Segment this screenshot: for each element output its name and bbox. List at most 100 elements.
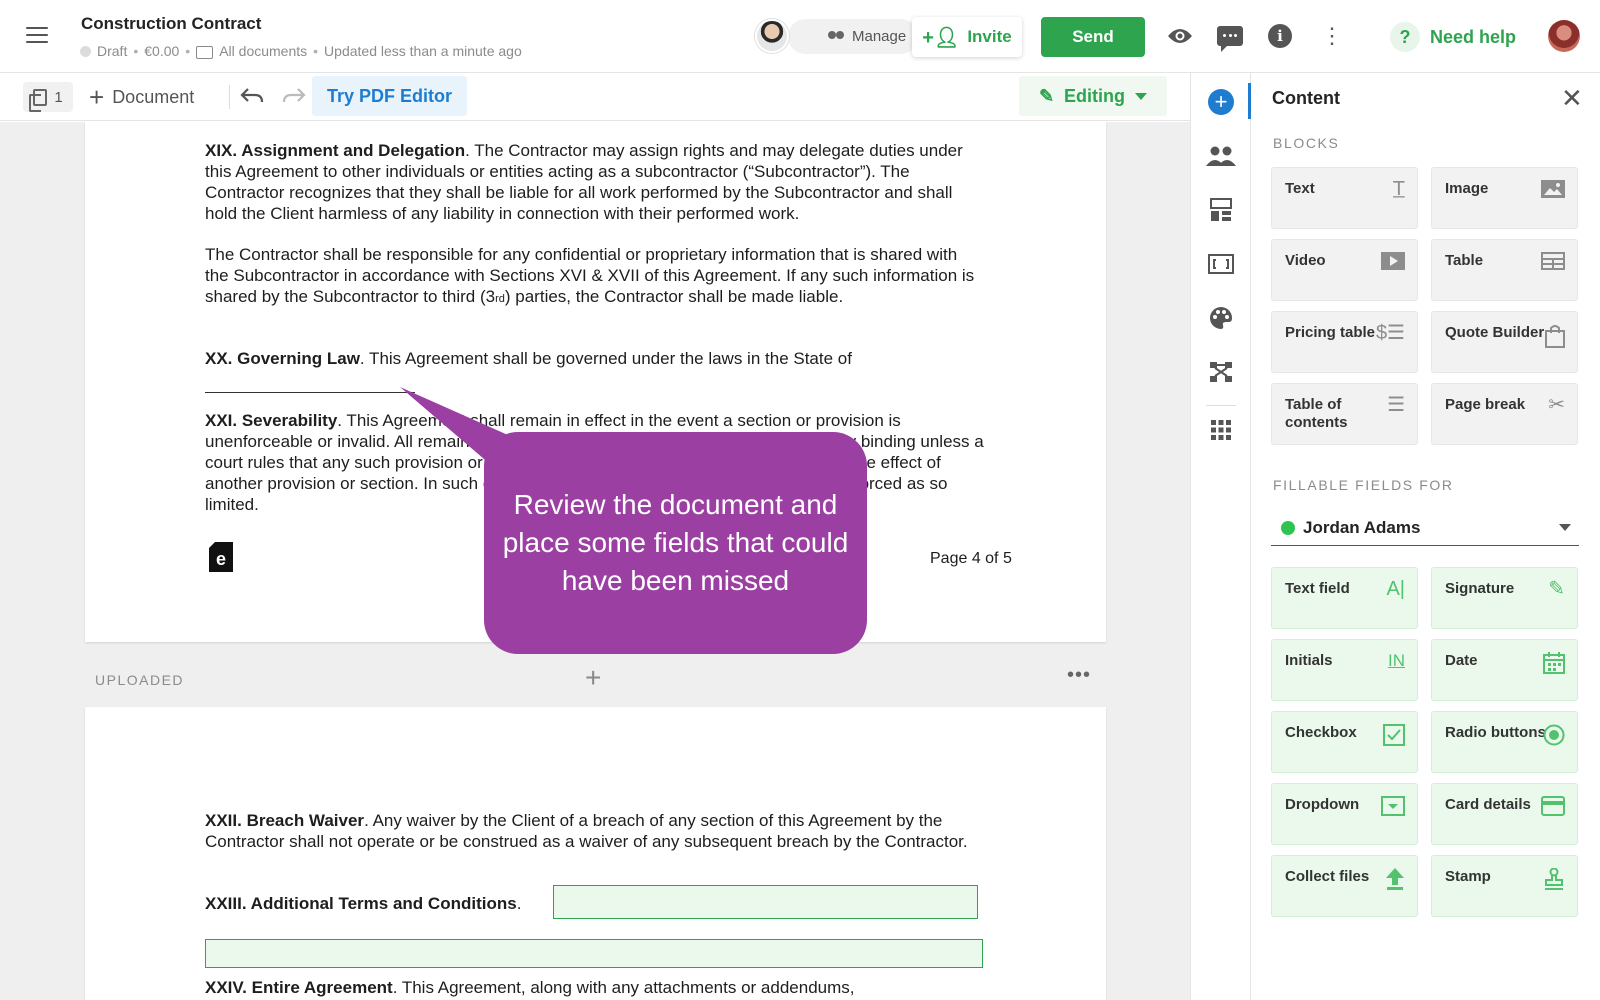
add-person-icon: +👤︎: [922, 26, 960, 49]
scissors-icon: ✂︎: [1548, 394, 1565, 416]
document-amount: €0.00: [144, 43, 180, 59]
palette-icon[interactable]: [1206, 303, 1236, 333]
text-icon: T̲: [1392, 178, 1405, 200]
send-button[interactable]: Send: [1041, 17, 1145, 57]
recipient-dropdown[interactable]: Jordan Adams: [1271, 510, 1579, 546]
stamp-icon: [1543, 867, 1565, 893]
field-date[interactable]: Date: [1431, 639, 1578, 701]
status-dot-icon: [80, 45, 91, 57]
more-horizontal-icon[interactable]: •••: [1067, 664, 1091, 687]
manage-button[interactable]: Manage: [788, 19, 919, 54]
block-table[interactable]: Table: [1431, 239, 1578, 301]
pen-icon: ✎: [1548, 578, 1565, 600]
field-card-details[interactable]: Card details: [1431, 783, 1578, 845]
block-text[interactable]: Text T̲: [1271, 167, 1418, 229]
fillable-fields-label: FILLABLE FIELDS FOR: [1273, 477, 1454, 493]
folder-link[interactable]: All documents: [219, 43, 307, 59]
block-image[interactable]: Image: [1431, 167, 1578, 229]
field-radio-buttons[interactable]: Radio buttons: [1431, 711, 1578, 773]
document-title[interactable]: Construction Contract: [81, 14, 261, 34]
status-label: Draft: [97, 43, 128, 59]
workflow-icon[interactable]: [1206, 357, 1236, 387]
table-icon: [1541, 252, 1565, 273]
comment-icon[interactable]: [1216, 22, 1244, 52]
initials-icon: IN: [1388, 651, 1405, 670]
pages-icon: [29, 88, 48, 112]
block-page-break[interactable]: Page break ✂︎: [1431, 383, 1578, 445]
section-xx: XX. Governing Law. This Agreement shall …: [205, 349, 852, 368]
embed-icon[interactable]: [1206, 249, 1236, 279]
recipients-icon[interactable]: [1206, 141, 1236, 171]
add-content-icon[interactable]: +: [1206, 87, 1236, 117]
document-toolbar: 1 + Document Try PDF Editor ✎ Editing: [0, 73, 1190, 121]
people-icon: [826, 30, 846, 43]
collaborator-avatar[interactable]: [755, 19, 789, 53]
text-field-icon: A|: [1386, 578, 1405, 600]
field-initials[interactable]: Initials IN: [1271, 639, 1418, 701]
need-help-link[interactable]: ? Need help: [1390, 22, 1516, 52]
add-section-icon[interactable]: +: [585, 662, 601, 694]
help-icon: ?: [1390, 22, 1420, 52]
try-pdf-editor-button[interactable]: Try PDF Editor: [312, 76, 468, 116]
redo-icon[interactable]: [282, 85, 306, 111]
top-header: Construction Contract Draft • €0.00 • Al…: [0, 0, 1600, 73]
updated-text: Updated less than a minute ago: [324, 43, 522, 59]
block-quote-builder[interactable]: Quote Builder: [1431, 311, 1578, 373]
list-icon: ☰: [1387, 394, 1405, 416]
dropdown-icon: [1381, 796, 1405, 819]
field-signature[interactable]: Signature ✎: [1431, 567, 1578, 629]
text-field-additional-terms-2[interactable]: [205, 939, 983, 968]
state-blank-line[interactable]: [205, 392, 415, 393]
layout-icon[interactable]: [1206, 195, 1236, 225]
field-dropdown[interactable]: Dropdown: [1271, 783, 1418, 845]
pricing-icon: $☰: [1375, 322, 1405, 344]
image-icon: [1541, 180, 1565, 201]
close-icon[interactable]: ✕: [1561, 85, 1583, 111]
field-stamp[interactable]: Stamp: [1431, 855, 1578, 917]
field-checkbox[interactable]: Checkbox: [1271, 711, 1418, 773]
more-vertical-icon[interactable]: ⋮: [1318, 22, 1346, 50]
bag-icon: [1545, 324, 1565, 351]
editing-mode-dropdown[interactable]: ✎ Editing: [1019, 76, 1167, 116]
apps-grid-icon[interactable]: [1206, 415, 1236, 445]
text-field-additional-terms-1[interactable]: [553, 885, 978, 919]
field-text[interactable]: Text field A|: [1271, 567, 1418, 629]
menu-icon[interactable]: [26, 27, 48, 45]
plus-icon: +: [89, 82, 105, 112]
blocks-section-label: BLOCKS: [1273, 135, 1340, 151]
section-xxiv: XXIV. Entire Agreement. This Agreement, …: [205, 978, 855, 997]
block-video[interactable]: Video: [1271, 239, 1418, 301]
page-number: Page 4 of 5: [930, 550, 1012, 567]
field-collect-files[interactable]: Collect files: [1271, 855, 1418, 917]
document-page-5: XXII. Breach Waiver. Any waiver by the C…: [85, 707, 1106, 1000]
block-table-of-contents[interactable]: Table of contents ☰: [1271, 383, 1418, 445]
chevron-down-icon: [1559, 524, 1571, 531]
eye-icon[interactable]: [1166, 22, 1194, 50]
document-meta: Draft • €0.00 • All documents • Updated …: [80, 43, 522, 59]
content-panel: Content ✕ BLOCKS Text T̲ Image Video Tab…: [1251, 73, 1600, 1000]
section-xxii: XXII. Breach Waiver. Any waiver by the C…: [205, 811, 968, 851]
panel-title: Content: [1272, 88, 1340, 108]
side-icon-rail: +: [1190, 73, 1251, 1000]
info-icon[interactable]: i: [1266, 22, 1294, 50]
document-logo-icon: e: [209, 542, 233, 572]
recipient-color-dot: [1281, 520, 1295, 535]
user-avatar[interactable]: [1548, 20, 1580, 52]
block-pricing-table[interactable]: Pricing table $☰: [1271, 311, 1418, 373]
upload-icon: [1385, 868, 1405, 893]
calendar-icon: [1543, 652, 1565, 677]
add-document-button[interactable]: + Document: [89, 82, 194, 112]
card-icon: [1541, 796, 1565, 819]
section-xix-paragraph-2: The Contractor shall be responsible for …: [205, 245, 975, 306]
invite-button[interactable]: +👤︎ Invite: [912, 17, 1022, 57]
section-xix: XIX. Assignment and Delegation. The Cont…: [205, 141, 963, 223]
pages-button[interactable]: 1: [23, 82, 73, 112]
document-canvas[interactable]: XIX. Assignment and Delegation. The Cont…: [0, 122, 1190, 1000]
onboarding-tooltip[interactable]: Review the document and place some field…: [484, 432, 867, 654]
video-icon: [1381, 252, 1405, 273]
chevron-down-icon: [1135, 92, 1148, 100]
radio-icon: [1543, 724, 1565, 749]
folder-icon: [196, 45, 214, 59]
svg-text:e: e: [216, 549, 226, 569]
undo-icon[interactable]: [240, 85, 264, 111]
